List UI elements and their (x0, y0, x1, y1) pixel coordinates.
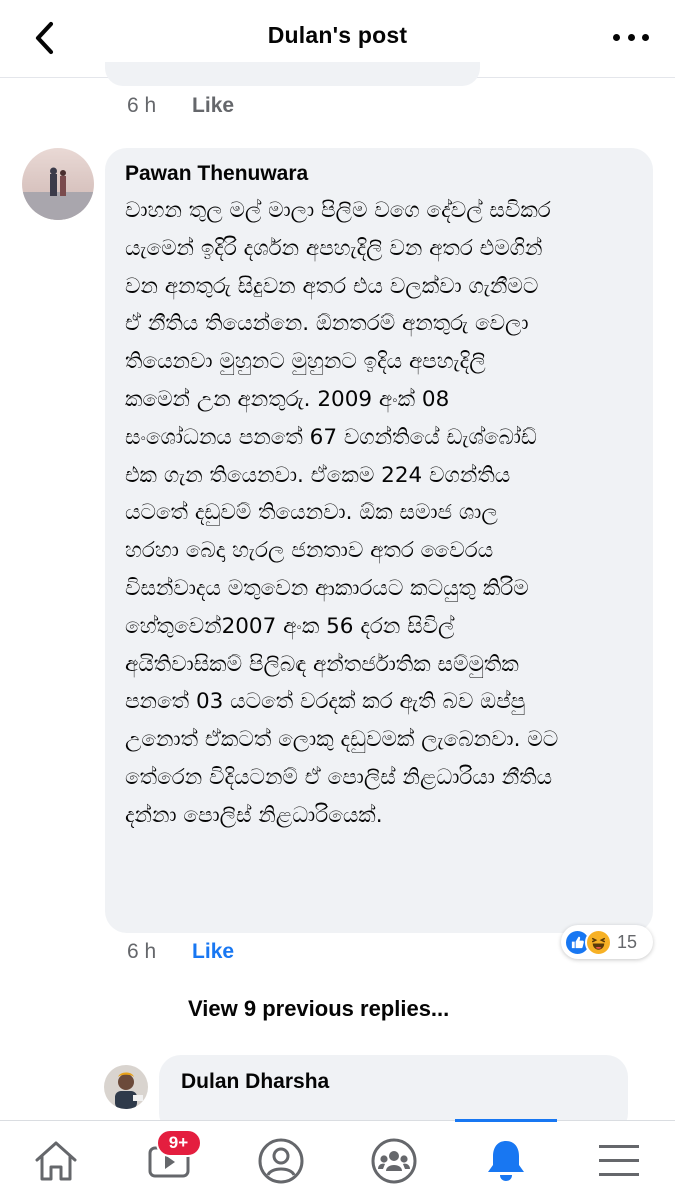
comment-line: සංශෝධනය පනතේ 67 වගන්තියේ ඩැශ්බෝඩ් (125, 424, 537, 450)
comment-line: තියෙනවා මුහුනට මුහුනට ඉදිය අපහැදිලි (125, 349, 486, 375)
comment-bubble[interactable]: Pawan Thenuwara වාහන තුල මල් මාලා පිලිම … (105, 148, 653, 933)
comment-line: වන අනතුරු සිදුවන අතර එය වලක්වා ගැනීමට (125, 273, 539, 299)
reply-author[interactable]: Dulan Dharsha (181, 1070, 606, 1094)
comment-time: 6 h (127, 94, 157, 117)
like-button[interactable]: Like (192, 940, 234, 963)
bottom-navigation: 9+ (0, 1120, 675, 1200)
more-options-button[interactable] (613, 26, 649, 48)
comment-line: යටතේ දඩුවම් තියෙනවා. ඕක සමාජ ශාල (125, 500, 498, 526)
comment-line: පනතේ 03 යටතේ වරදක් කර ඇති බව ඔප්පු (125, 689, 526, 715)
nav-notifications[interactable] (450, 1121, 563, 1200)
comment-line: කමෙන් උන අනතුරු. 2009 අංක් 08 (125, 386, 450, 412)
nav-watch[interactable]: 9+ (113, 1121, 226, 1200)
avatar-image (104, 1065, 148, 1109)
dot-icon (627, 33, 635, 41)
comment-line: යැමෙන් ඉදිරි දර්ශන අපහැදිලි වන අතර එමගින… (125, 235, 543, 261)
previous-comment-meta: 6 h Like (127, 94, 234, 118)
comment-line: විසන්වාදය මතුවෙන ආකාරයට කටයුතු කිරිම (125, 575, 529, 601)
reactions-summary[interactable]: 15 (561, 925, 653, 959)
avatar[interactable] (104, 1065, 148, 1109)
menu-icon (598, 1144, 639, 1176)
page-title: Dulan's post (267, 22, 408, 48)
comment-meta: 6 h Like (127, 940, 234, 964)
avatar-image (22, 148, 94, 220)
comment-text: වාහන තුල මල් මාලා පිලිම වගෙ දේවල් සවිකර … (125, 192, 633, 835)
active-tab-indicator (455, 1119, 557, 1122)
avatar[interactable] (22, 148, 94, 220)
notifications-icon (488, 1140, 525, 1181)
notification-badge: 9+ (155, 1129, 202, 1157)
view-previous-replies-link[interactable]: View 9 previous replies... (188, 996, 449, 1022)
comment-line: දන්නා පොලිස් නිළධාරියෙක්. (125, 802, 383, 828)
nav-groups[interactable] (338, 1121, 451, 1200)
comment-line: ඒ නීතිය තියෙන්නෙ. ඕනතරම් අනතුරු වෙලා (125, 311, 529, 337)
previous-comment-bubble (105, 62, 480, 86)
comment-line: හරහා බෙදා හැරල ජනතාව අතර වෛරය (125, 538, 494, 564)
like-button[interactable]: Like (192, 94, 234, 117)
comment-line: එක ගැන තියෙනවා. ඒකෙම 224 වගන්තිය (125, 462, 511, 488)
profile-icon (258, 1138, 304, 1183)
nav-menu[interactable] (563, 1121, 675, 1200)
comment-line: වාහන තුල මල් මාලා පිලිම වගෙ දේවල් සවිකර (125, 198, 551, 223)
comment-time: 6 h (127, 940, 157, 963)
haha-icon (585, 928, 612, 956)
comment-line: තේරෙන විදියටනම් ඒ පොලිස් නිළධාරියා නීතිය (125, 764, 553, 790)
comment-author[interactable]: Pawan Thenuwara (125, 162, 633, 186)
groups-icon (371, 1138, 417, 1183)
dot-icon (613, 33, 620, 41)
reaction-count: 15 (617, 931, 638, 952)
comment-line: අයිතිවාසිකම් පිලිබඳ අන්තර්ජාතික සම්මුතික (125, 651, 519, 677)
comment-line: හේතුවෙන්2007 අංක 56 දරන සිවිල් (125, 613, 455, 639)
home-icon (35, 1141, 77, 1180)
nav-home[interactable] (0, 1121, 113, 1200)
nav-profile[interactable] (225, 1121, 338, 1200)
dot-icon (642, 33, 649, 41)
comment-line: උනොත් ඒකටත් ලොකු දඩුවමක් ලැබෙනවා. මට (125, 727, 559, 753)
